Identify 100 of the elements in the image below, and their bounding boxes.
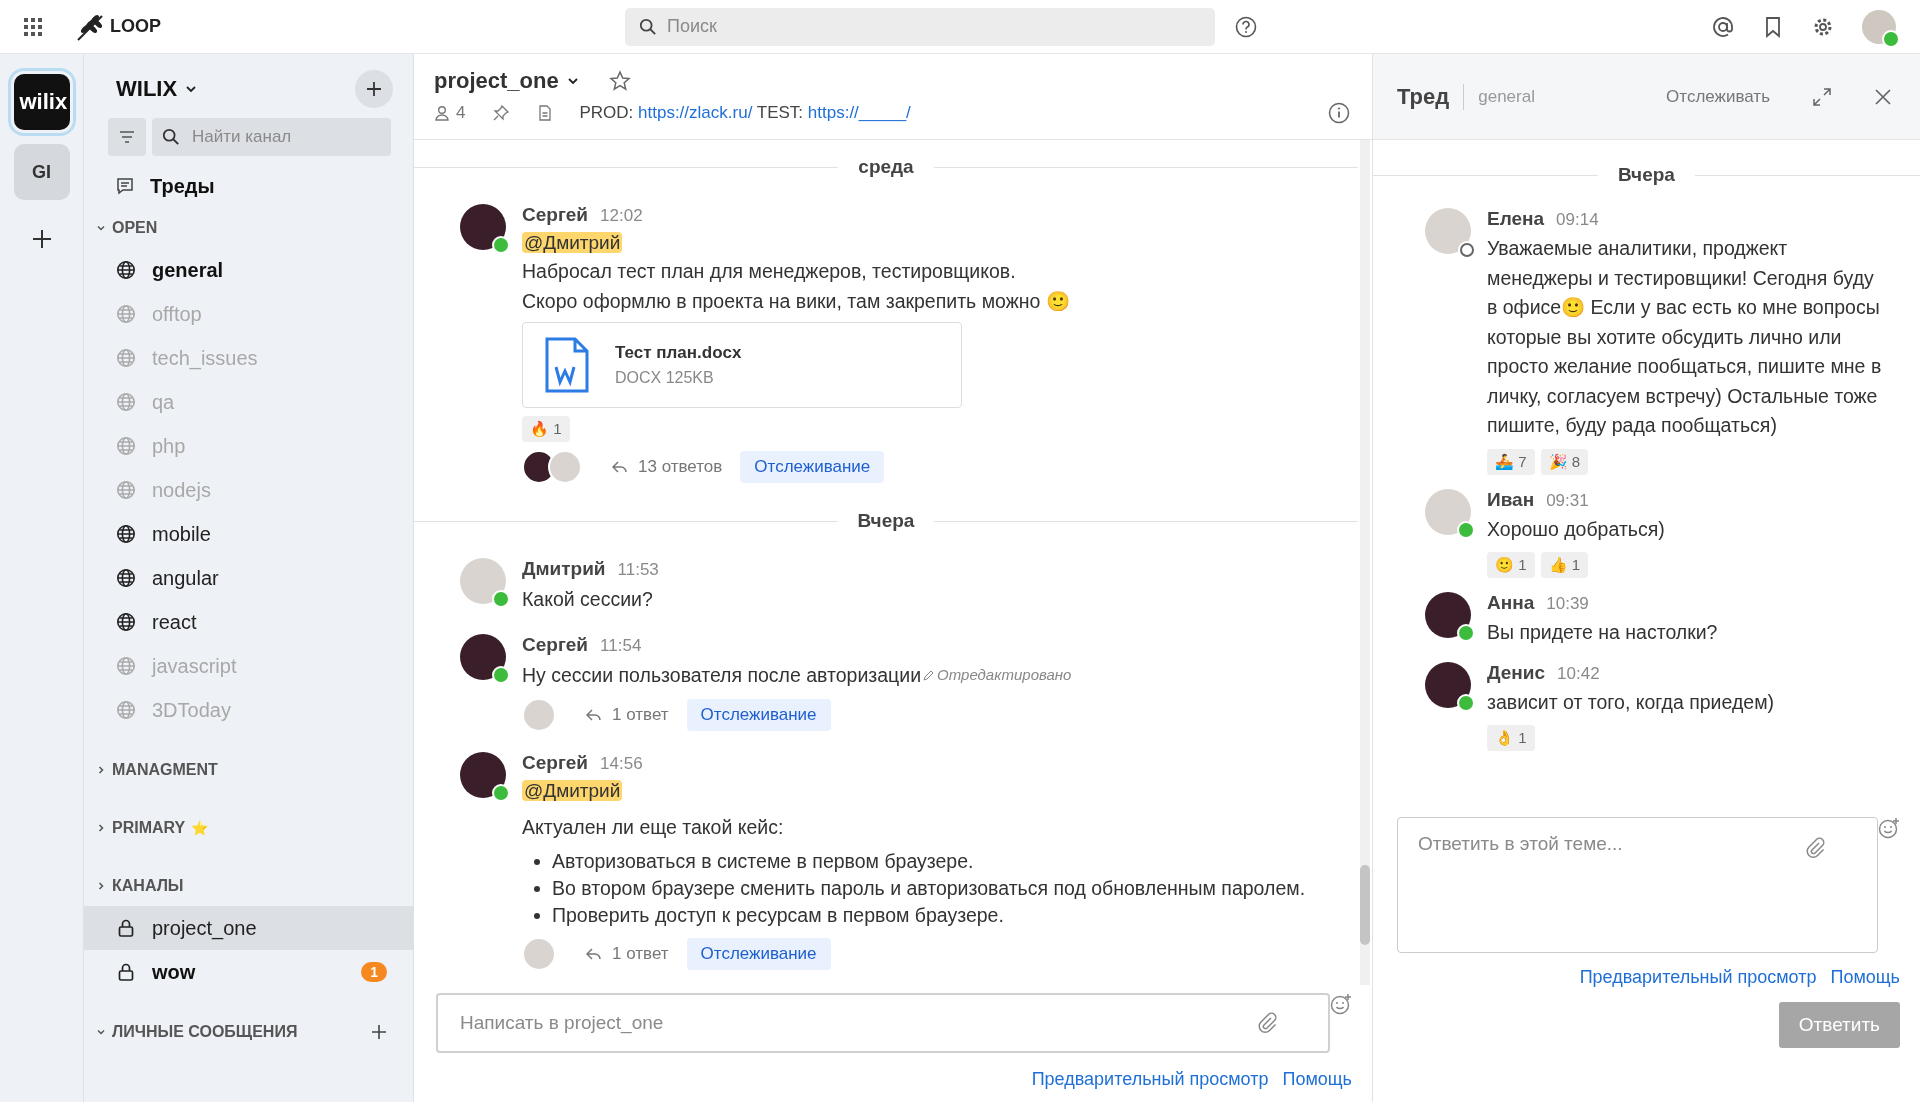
- paperclip-icon[interactable]: [1256, 1012, 1278, 1034]
- reaction-chip[interactable]: 🙂 1: [1487, 552, 1535, 578]
- chevron-icon[interactable]: [96, 823, 106, 833]
- channel-item[interactable]: wow 1: [84, 950, 413, 994]
- mention-tag[interactable]: @Дмитрий: [522, 232, 623, 253]
- app-grid-icon[interactable]: [24, 17, 42, 36]
- follow-button[interactable]: Отслеживание: [740, 451, 885, 483]
- post-time[interactable]: 11:53: [617, 560, 659, 580]
- chevron-icon[interactable]: [96, 765, 106, 775]
- channel-item[interactable]: general: [84, 248, 413, 292]
- reply-count[interactable]: 1 ответ: [612, 705, 669, 725]
- filter-button[interactable]: [108, 118, 146, 156]
- mention-tag[interactable]: @Дмитрий: [522, 780, 623, 801]
- reaction-chip[interactable]: 🎉 8: [1540, 448, 1589, 475]
- avatar[interactable]: [460, 634, 506, 680]
- globe-icon: [116, 304, 136, 324]
- footer-link[interactable]: Помощь: [1830, 967, 1900, 988]
- reply-input[interactable]: Ответить в этой теме...: [1397, 817, 1878, 953]
- message-input[interactable]: Написать в project_one: [436, 993, 1330, 1053]
- mention-icon[interactable]: [1712, 15, 1734, 38]
- reply-count[interactable]: 1 ответ: [612, 944, 669, 964]
- post-time[interactable]: 09:14: [1556, 210, 1599, 230]
- panel-title: Тред: [1397, 83, 1465, 110]
- reaction-chip[interactable]: 🚣 7: [1487, 448, 1535, 475]
- chevron-down-icon[interactable]: [566, 75, 579, 87]
- channel-title[interactable]: project_one: [434, 68, 559, 94]
- author-name[interactable]: Сергей: [522, 752, 589, 774]
- bullet-icon: [534, 912, 540, 919]
- section-title[interactable]: ЛИЧНЫЕ СООБЩЕНИЯ: [112, 1023, 298, 1041]
- star-icon[interactable]: [608, 70, 631, 92]
- avatar[interactable]: [460, 204, 506, 250]
- section-title[interactable]: OPEN: [112, 219, 158, 237]
- emoji-icon[interactable]: [1330, 993, 1352, 1015]
- member-count[interactable]: 4: [456, 103, 466, 123]
- expand-icon[interactable]: [1812, 86, 1832, 107]
- scrollbar[interactable]: [1360, 140, 1370, 985]
- avatar[interactable]: [1425, 592, 1471, 638]
- post-time[interactable]: 10:42: [1557, 663, 1600, 684]
- channel-name[interactable]: general: [1478, 86, 1535, 107]
- follow-button[interactable]: Отслеживание: [686, 938, 831, 970]
- chevron-icon[interactable]: [96, 881, 106, 891]
- author-name[interactable]: Сергей: [522, 634, 589, 656]
- reaction-chip[interactable]: 👌 1: [1487, 725, 1535, 751]
- channel-item[interactable]: react: [84, 600, 413, 644]
- header-link[interactable]: https://zlack.ru/: [638, 103, 753, 122]
- section-title[interactable]: MANAGMENT: [112, 761, 218, 779]
- chevron-icon[interactable]: [96, 223, 106, 233]
- search-field[interactable]: Поиск: [625, 7, 1215, 46]
- author-name[interactable]: Денис: [1487, 661, 1546, 684]
- file-name: Тест план.docx: [615, 343, 742, 363]
- team-button[interactable]: GI: [13, 144, 70, 200]
- member-icon[interactable]: [434, 105, 450, 121]
- document-icon[interactable]: [537, 105, 554, 121]
- threads-item[interactable]: Треды: [84, 164, 413, 208]
- help-icon[interactable]: [1235, 15, 1257, 38]
- avatar[interactable]: [1425, 661, 1471, 708]
- add-icon[interactable]: [371, 1024, 387, 1040]
- emoji-icon[interactable]: [1878, 817, 1900, 839]
- paperclip-icon[interactable]: [1804, 837, 1826, 859]
- footer-link[interactable]: Предварительный просмотр: [1579, 967, 1817, 988]
- follow-button[interactable]: Отслеживать: [1660, 85, 1776, 108]
- footer-link[interactable]: Предварительный просмотр: [1031, 1069, 1269, 1090]
- channel-item[interactable]: project_one: [84, 906, 413, 950]
- globe-icon: [116, 700, 136, 720]
- pin-icon[interactable]: [493, 105, 510, 121]
- scrollbar-thumb[interactable]: [1360, 865, 1370, 945]
- post-time[interactable]: 14:56: [600, 754, 643, 774]
- author-name[interactable]: Иван: [1487, 488, 1535, 511]
- lock-icon: [116, 962, 136, 982]
- header-link[interactable]: https://_____/: [807, 103, 911, 122]
- add-team-icon[interactable]: [30, 228, 53, 250]
- info-icon[interactable]: [1328, 102, 1350, 124]
- post-time[interactable]: 11:54: [600, 636, 642, 656]
- add-button[interactable]: [355, 70, 393, 108]
- globe-icon: [116, 480, 136, 500]
- follow-button[interactable]: Отслеживание: [686, 699, 831, 731]
- chevron-down-icon: [185, 83, 198, 95]
- author-name[interactable]: Елена: [1487, 208, 1545, 230]
- footer-link[interactable]: Помощь: [1282, 1069, 1352, 1090]
- author-name[interactable]: Дмитрий: [522, 558, 606, 580]
- author-name[interactable]: Анна: [1487, 592, 1535, 614]
- reply-count[interactable]: 13 ответов: [638, 457, 723, 477]
- team-name[interactable]: WILIX: [116, 76, 178, 102]
- post-time[interactable]: 09:31: [1546, 490, 1589, 511]
- globe-icon: [116, 656, 136, 676]
- reaction-chip[interactable]: 👍 1: [1540, 552, 1589, 578]
- chat-icon: [116, 177, 134, 195]
- author-name[interactable]: Сергей: [522, 204, 589, 226]
- channel-item[interactable]: angular: [84, 556, 413, 600]
- file-attachment[interactable]: Тест план.docx DOCX 125KB: [522, 322, 962, 408]
- post-time[interactable]: 10:39: [1546, 594, 1589, 614]
- channel-search-field[interactable]: Найти канал: [152, 118, 391, 156]
- close-icon[interactable]: [1874, 87, 1892, 106]
- channel-item[interactable]: mobile: [84, 512, 413, 556]
- section-title[interactable]: КАНАЛЫ: [112, 877, 184, 895]
- section-title[interactable]: PRIMARY: [112, 819, 186, 837]
- avatar[interactable]: [460, 752, 506, 798]
- reaction-chip[interactable]: 🔥 1: [522, 416, 570, 442]
- post-time[interactable]: 12:02: [600, 206, 643, 226]
- chevron-icon[interactable]: [96, 1027, 106, 1037]
